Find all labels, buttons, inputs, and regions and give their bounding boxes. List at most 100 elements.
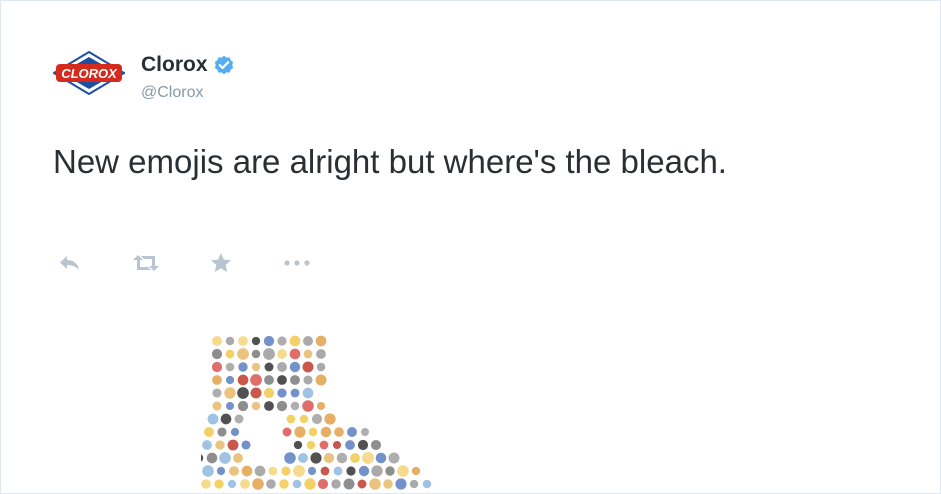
emoji-tile (284, 452, 296, 464)
emoji-tile (230, 427, 240, 437)
emoji-tile (202, 440, 212, 450)
emoji-tile (251, 362, 261, 372)
emoji-tile (302, 387, 314, 399)
clorox-logo-avatar[interactable]: CLOROX (53, 51, 125, 95)
emoji-tile (357, 479, 367, 489)
emoji-tile (202, 465, 214, 477)
emoji-tile (303, 349, 313, 359)
emoji-collage-image[interactable] (201, 327, 461, 494)
emoji-tile (303, 375, 313, 385)
tweet-header: CLOROX Clorox @Clorox (53, 49, 453, 109)
emoji-tile (289, 335, 301, 347)
emoji-tile (304, 478, 316, 490)
emoji-tile (201, 479, 211, 489)
emoji-tile (201, 454, 204, 462)
emoji-tile (227, 479, 237, 489)
emoji-tile (310, 452, 322, 464)
emoji-tile (225, 375, 235, 385)
emoji-tile (276, 400, 288, 412)
emoji-tile (308, 427, 318, 437)
emoji-tile (252, 478, 264, 490)
emoji-tile (212, 336, 222, 346)
emoji-tile (316, 362, 326, 372)
emoji-tile (241, 465, 253, 477)
emoji-tile (362, 452, 374, 464)
emoji-tile (289, 348, 301, 360)
emoji-tile (357, 439, 369, 451)
emoji-tile (204, 427, 214, 437)
author-display-name[interactable]: Clorox (141, 53, 208, 77)
emoji-tile (331, 479, 341, 489)
emoji-tile (315, 335, 327, 347)
emoji-tile (225, 349, 235, 359)
emoji-tile (311, 413, 323, 425)
emoji-tile (220, 413, 232, 425)
emoji-tile (251, 349, 261, 359)
emoji-tile (216, 466, 226, 476)
emoji-tile (211, 361, 223, 373)
emoji-tile (293, 440, 303, 450)
emoji-tile (250, 374, 262, 386)
retweet-button[interactable] (131, 251, 161, 275)
emoji-tile (277, 336, 287, 346)
emoji-tile (333, 466, 343, 476)
emoji-tile (411, 466, 421, 476)
emoji-tile (315, 374, 327, 386)
verified-badge-icon (214, 55, 233, 75)
emoji-tile (397, 465, 409, 477)
more-button[interactable] (283, 251, 311, 275)
emoji-tile (237, 348, 249, 360)
emoji-tile (302, 400, 314, 412)
emoji-tile (422, 479, 432, 489)
emoji-tile (350, 453, 360, 463)
emoji-tile (263, 387, 275, 399)
emoji-tile (332, 440, 342, 450)
emoji-tile (237, 387, 249, 399)
emoji-tile (320, 426, 332, 438)
author-name-row: Clorox (141, 53, 234, 77)
emoji-tile (227, 439, 239, 451)
emoji-tile (317, 478, 329, 490)
emoji-tile (302, 361, 314, 373)
emoji-tile (212, 388, 222, 398)
emoji-tile (293, 465, 305, 477)
emoji-tile (319, 440, 329, 450)
emoji-tile (266, 479, 276, 489)
emoji-tile (241, 440, 251, 450)
author-handle[interactable]: @Clorox (141, 84, 203, 102)
emoji-tile (299, 414, 309, 424)
emoji-tile (336, 452, 348, 464)
emoji-tile (279, 479, 289, 489)
tweet-actions (57, 251, 311, 275)
ellipsis-icon (284, 260, 310, 266)
emoji-tile (234, 414, 244, 424)
emoji-tile (383, 479, 393, 489)
emoji-tile (225, 401, 235, 411)
emoji-tile (316, 349, 326, 359)
reply-button[interactable] (57, 251, 83, 275)
favorite-button[interactable] (209, 251, 233, 275)
emoji-tile (343, 478, 355, 490)
emoji-tile (346, 466, 356, 476)
emoji-tile (277, 388, 287, 398)
emoji-tile (388, 452, 400, 464)
emoji-tile (217, 427, 227, 437)
retweet-icon (133, 255, 159, 271)
emoji-tile (206, 452, 218, 464)
emoji-tile (347, 427, 357, 437)
emoji-tile (233, 453, 243, 463)
emoji-tile (224, 387, 236, 399)
emoji-tile (294, 426, 306, 438)
emoji-tile (263, 348, 275, 360)
emoji-tile (264, 401, 274, 411)
emoji-tile (298, 453, 308, 463)
emoji-tile (282, 427, 292, 437)
emoji-tile (268, 466, 278, 476)
emoji-tile (207, 413, 219, 425)
emoji-tile (371, 465, 383, 477)
emoji-tile (370, 439, 382, 451)
emoji-tile (240, 479, 250, 489)
emoji-tile (306, 440, 316, 450)
emoji-tile (225, 362, 235, 372)
emoji-tile (290, 401, 300, 411)
